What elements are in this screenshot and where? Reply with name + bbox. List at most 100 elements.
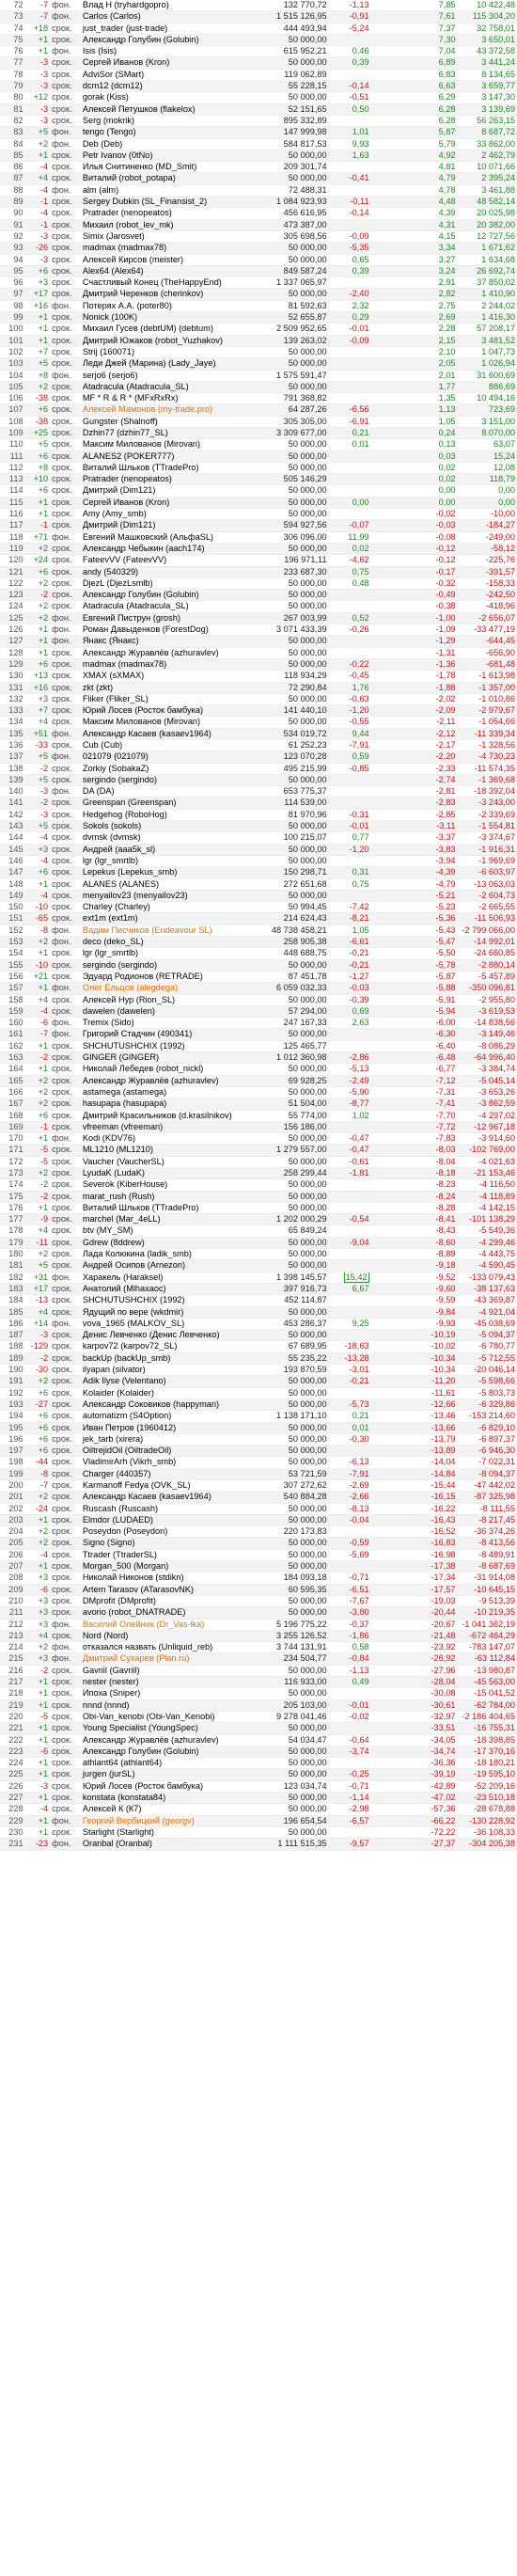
participant-link[interactable]: Илья Снитиненко (MD_Smit) — [80, 161, 241, 174]
participant-link[interactable]: Vaucher (VaucherSL) — [80, 1156, 241, 1168]
participant-link[interactable]: Isis (Isis) — [80, 45, 241, 58]
participant-link[interactable]: Alex64 (Alex64) — [80, 265, 241, 278]
participant-link[interactable]: madmax (madmax78) — [80, 242, 241, 255]
participant-link[interactable]: astamega (astamega) — [80, 1086, 241, 1099]
participant-link[interactable]: menyailov23 (menyailov23) — [80, 890, 241, 903]
participant-link[interactable]: SHCHUTUSHCHIX (1992) — [80, 1040, 241, 1053]
participant-link[interactable]: vova_1965 (MALKOV_SL) — [80, 1318, 241, 1331]
participant-link[interactable]: отказался назвать (Unliquid_reb) — [80, 1641, 241, 1654]
participant-link[interactable]: Евгений Пиструн (grosh) — [80, 612, 241, 625]
participant-link[interactable]: Nord (Nord) — [80, 1630, 241, 1643]
participant-link[interactable]: Artem Tarasov (ATarasovNK) — [80, 1584, 241, 1596]
participant-link[interactable]: Karmanoff Fedya (OVK_SL) — [80, 1479, 241, 1493]
participant-link[interactable]: Алексей К (К7) — [80, 1803, 241, 1816]
participant-link[interactable]: DA (DA) — [80, 785, 241, 798]
participant-link[interactable]: avorio (robot_DNATRADE) — [80, 1606, 241, 1620]
participant-link[interactable]: marat_rush (Rush) — [80, 1191, 241, 1203]
participant-link[interactable]: Amy (Amy_smb) — [80, 508, 241, 521]
participant-link[interactable]: Poseydon (Poseydon) — [80, 1525, 241, 1539]
participant-link[interactable]: vfreeman (vfreeman) — [80, 1121, 241, 1134]
participant-link[interactable]: lgr (lgr_smrtlb) — [80, 947, 241, 960]
participant-link[interactable]: Юрий Лосев (Росток бамбука) — [80, 704, 241, 718]
participant-link[interactable]: Александр Голубин (Golubin) — [80, 34, 241, 47]
participant-link[interactable]: Sokols (sokols) — [80, 820, 241, 833]
participant-link[interactable]: Влад Н (tryhardgopro) — [80, 0, 241, 12]
participant-link[interactable]: Дмитрий (Dim121) — [80, 519, 241, 532]
participant-link[interactable]: Александр Журавлёв (azhuravlev) — [80, 647, 241, 659]
participant-link[interactable]: Ипоха (Sniper) — [80, 1687, 241, 1700]
participant-link[interactable]: just_trader (just-trade) — [80, 23, 241, 35]
participant-link[interactable]: Zorkiy (SobakaZ) — [80, 763, 241, 775]
participant-link[interactable]: automatizm (S4Option) — [80, 1410, 241, 1423]
participant-link[interactable]: Tremix (Sido) — [80, 1017, 241, 1030]
participant-link[interactable]: Роман Давыденков (ForestDog) — [80, 624, 241, 637]
participant-link[interactable]: Cub (Cub) — [80, 739, 241, 752]
participant-link[interactable]: Petr Ivanov (0tNo) — [80, 150, 241, 163]
participant-link[interactable]: Kolaider (Kolaider) — [80, 1387, 241, 1399]
participant-link[interactable]: Максим Милованов (Mirovan) — [80, 716, 241, 729]
participant-link[interactable]: Greenspan (Greenspan) — [80, 797, 241, 810]
participant-link[interactable]: DjezL (DjezLsmlb) — [80, 577, 241, 591]
participant-link[interactable]: lgr (lgr_smrtlb) — [80, 855, 241, 868]
participant-link[interactable]: XMAX (sXMAX) — [80, 670, 241, 683]
participant-link[interactable]: Ядущий по вере (wkdmir) — [80, 1306, 241, 1319]
participant-link[interactable]: Сергей Иванов (Kron) — [80, 56, 241, 70]
participant-link[interactable]: Ttrader (TtraderSL) — [80, 1549, 241, 1562]
participant-link[interactable]: FateevVV (FateevVV) — [80, 554, 241, 567]
participant-link[interactable]: Сергей Иванов (Kron) — [80, 497, 241, 510]
participant-link[interactable]: Kodi (KDV76) — [80, 1132, 241, 1146]
participant-link[interactable]: Strij (160071) — [80, 346, 241, 359]
participant-link[interactable]: serjo6 (serjo6) — [80, 370, 241, 382]
participant-link[interactable]: Elmdor (LUDAED) — [80, 1514, 241, 1527]
participant-link[interactable]: Виталий Шльков (TTradePro) — [80, 462, 241, 475]
participant-link[interactable]: ALANES (ALANES) — [80, 878, 241, 891]
participant-link[interactable]: dvmsk (dvmsk) — [80, 831, 241, 845]
participant-link[interactable]: dcm12 (dcm12) — [80, 80, 241, 93]
participant-link[interactable]: Леди Джей (Марина) (Lady_Jaye) — [80, 357, 241, 371]
participant-link[interactable]: dawelen (dawelen) — [80, 1005, 241, 1019]
participant-link[interactable]: Дмитрий Сухарев (Plan.ru) — [80, 1652, 241, 1666]
participant-link[interactable]: Gavriil (Gavriil) — [80, 1665, 241, 1678]
participant-link[interactable]: Dzhin77 (dzhin77_SL) — [80, 427, 241, 440]
participant-link[interactable]: Максим Милованов (Mirovan) — [80, 438, 241, 451]
participant-link[interactable]: Андрей Осипов (Arnezon) — [80, 1259, 241, 1272]
participant-link[interactable]: Александр Голубин (Golubin) — [80, 589, 241, 602]
participant-link[interactable]: Pratrader (nenopeatos) — [80, 207, 241, 220]
participant-link[interactable]: Deb (Deb) — [80, 138, 241, 150]
participant-link[interactable]: Алексей Петушков (flakelox) — [80, 103, 241, 116]
participant-link[interactable]: Charley (Charley) — [80, 901, 241, 914]
participant-link[interactable]: Алексей Кирсов (meister) — [80, 254, 241, 266]
participant-link[interactable]: Александр Журавлёв (azhuravlev) — [80, 1734, 241, 1746]
participant-link[interactable]: Дмитрий (Dim121) — [80, 484, 241, 498]
participant-link[interactable]: deco (deko_SL) — [80, 936, 241, 949]
participant-link[interactable]: Александр Чебыкин (aach174) — [80, 543, 241, 556]
participant-link[interactable]: Hedgehog (RoboHog) — [80, 809, 241, 822]
participant-link[interactable]: alm (alm) — [80, 184, 241, 198]
participant-link[interactable]: Александр Журавлёв (azhuravlev) — [80, 1075, 241, 1087]
participant-link[interactable]: zkt (zkt) — [80, 682, 241, 694]
participant-link[interactable]: Андрей (aaa5k_sl) — [80, 844, 241, 856]
participant-link[interactable]: sergindo (sergindo) — [80, 959, 241, 972]
participant-link[interactable]: athlant64 (athlant64) — [80, 1757, 241, 1770]
participant-link[interactable]: Михаил Гусев (debtUM) (debtum) — [80, 323, 241, 336]
participant-link[interactable]: Дмитрий Южаков (robot_Yuzhakov) — [80, 335, 241, 347]
participant-link[interactable]: ALANES2 (POKER777) — [80, 450, 241, 463]
participant-link[interactable]: Young Specialist (YoungSpec) — [80, 1722, 241, 1735]
participant-link[interactable]: madmax (madmax78) — [80, 658, 241, 672]
participant-link[interactable]: Александр Касаев (kasaev1964) — [80, 1491, 241, 1504]
participant-link[interactable]: Gungster (Shalnoff) — [80, 416, 241, 428]
participant-link[interactable]: gorak (Kiss) — [80, 91, 241, 104]
participant-link[interactable]: andy (540329) — [80, 566, 241, 578]
participant-link[interactable]: Дмитрий Красильников (d.krasilnikov) — [80, 1110, 241, 1122]
participant-link[interactable]: Signo (Signo) — [80, 1537, 241, 1550]
participant-link[interactable]: Счастливый Конец (TheHappyEnd) — [80, 277, 241, 290]
participant-link[interactable]: Carlos (Carlos) — [80, 10, 241, 24]
participant-link[interactable]: Григорий Стадчин (490341) — [80, 1028, 241, 1041]
participant-link[interactable]: Денис Левченко (Денис Левченко) — [80, 1329, 241, 1342]
participant-link[interactable]: Потерях А.А. (poter80) — [80, 300, 241, 313]
participant-link[interactable]: ilyapan (silvator) — [80, 1364, 241, 1377]
participant-link[interactable]: Николай Никонов (stdikn) — [80, 1572, 241, 1585]
participant-link[interactable]: Obi-Van_kenobi (Obi-Van_Kenobi) — [80, 1711, 241, 1724]
participant-link[interactable]: Дмитрий Черенков (cherinkov) — [80, 288, 241, 301]
participant-link[interactable]: marchel (Mar_4eLL) — [80, 1213, 241, 1226]
